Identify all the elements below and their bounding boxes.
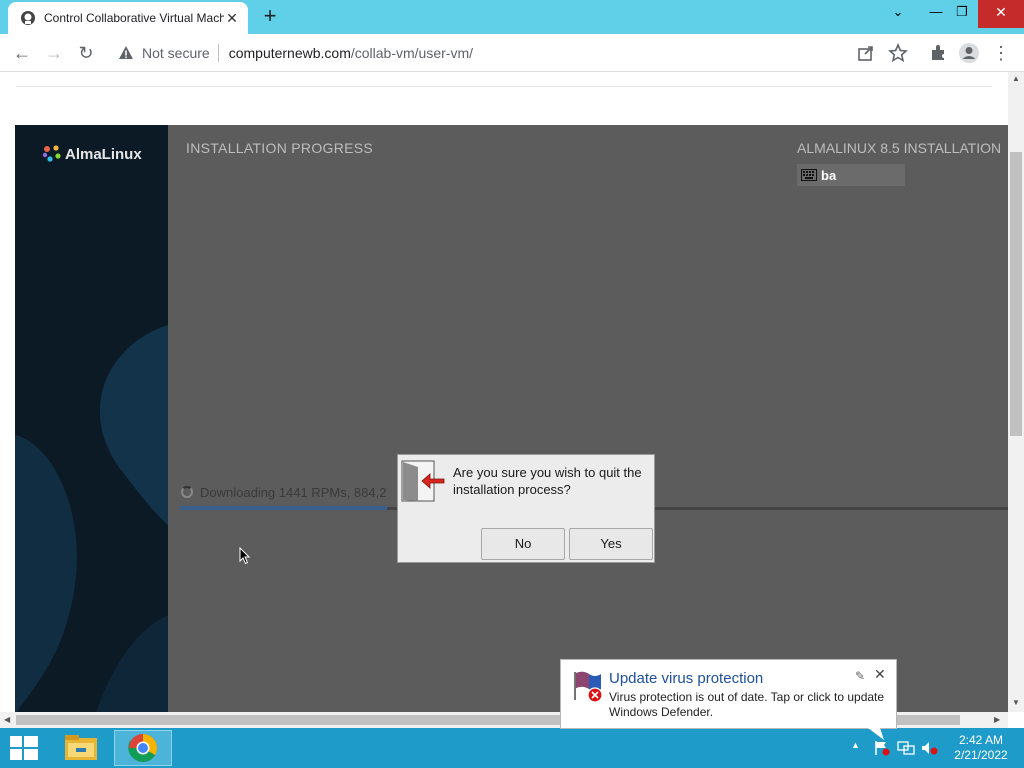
warning-icon xyxy=(119,46,133,59)
toast-body: Virus protection is out of date. Tap or … xyxy=(609,690,885,719)
progress-bar-fill xyxy=(180,506,387,510)
address-bar[interactable]: Not secure computernewb.com/collab-vm/us… xyxy=(108,39,916,67)
toast-title: Update virus protection xyxy=(609,670,764,687)
bookmark-star-icon[interactable] xyxy=(888,43,908,63)
url-host: computernewb.com xyxy=(228,45,351,61)
yes-button[interactable]: Yes xyxy=(569,528,653,560)
browser-toolbar: ← → ↻ Not secure computernewb.com/collab… xyxy=(0,34,1024,72)
installation-progress-title: INSTALLATION PROGRESS xyxy=(186,140,374,156)
window-close-button[interactable]: ✕ xyxy=(978,0,1024,28)
share-icon[interactable] xyxy=(856,43,876,63)
windows-start-icon[interactable] xyxy=(10,736,38,760)
installer-title: ALMALINUX 8.5 INSTALLATION xyxy=(797,140,1002,156)
reload-button[interactable]: ↻ xyxy=(74,42,98,64)
profile-avatar-icon[interactable] xyxy=(958,42,980,64)
system-clock[interactable]: 2:42 AM 2/21/2022 xyxy=(946,733,1016,763)
browser-tab[interactable]: Control Collaborative Virtual Machines ✕ xyxy=(8,2,248,34)
almalinux-logo: AlmaLinux xyxy=(41,143,142,165)
new-tab-button[interactable]: + xyxy=(258,5,282,29)
tab-search-icon[interactable]: ⌄ xyxy=(882,0,914,28)
url-path: /collab-vm/user-vm/ xyxy=(350,45,474,61)
chrome-menu-icon[interactable]: ⋮ xyxy=(990,42,1012,64)
back-button[interactable]: ← xyxy=(10,42,34,64)
quit-confirmation-dialog: Are you sure you wish to quit the instal… xyxy=(397,454,655,563)
show-hidden-icons-arrow-icon[interactable]: ▲ xyxy=(851,740,860,750)
almalinux-logo-icon xyxy=(42,145,61,162)
forward-button[interactable]: → xyxy=(42,42,66,64)
scroll-down-arrow-icon[interactable]: ▼ xyxy=(1012,698,1020,707)
keyboard-layout-indicator[interactable]: ba xyxy=(797,164,905,186)
action-center-flag-icon[interactable] xyxy=(873,740,891,756)
vm-screen[interactable]: AlmaLinux INSTALLATION PROGRESS ALMALINU… xyxy=(15,125,1008,712)
chrome-icon xyxy=(128,734,157,762)
mouse-cursor-icon xyxy=(239,547,251,565)
scroll-left-arrow-icon[interactable]: ◀ xyxy=(4,715,10,724)
tab-title: Control Collaborative Virtual Machines xyxy=(44,11,224,25)
progress-status-text: Downloading 1441 RPMs, 884,2 xyxy=(200,485,387,500)
toast-close-icon[interactable]: ✕ xyxy=(874,666,886,683)
web-page: AlmaLinux INSTALLATION PROGRESS ALMALINU… xyxy=(0,72,1008,712)
collabvm-favicon-icon xyxy=(21,11,35,25)
file-explorer-taskbar-button[interactable] xyxy=(52,730,110,766)
installer-sidebar: AlmaLinux xyxy=(15,125,168,712)
extensions-icon[interactable] xyxy=(928,43,948,63)
security-label[interactable]: Not secure xyxy=(142,45,210,61)
sidebar-decoration xyxy=(15,325,168,712)
clock-time: 2:42 AM xyxy=(958,733,1004,747)
keyboard-icon xyxy=(801,169,817,181)
toast-pin-icon[interactable]: ✎ xyxy=(855,669,865,683)
scroll-up-arrow-icon[interactable]: ▲ xyxy=(1012,74,1020,83)
exit-door-icon xyxy=(401,460,445,502)
restore-button[interactable]: ❐ xyxy=(946,0,978,28)
defender-notification-toast[interactable]: Update virus protection Virus protection… xyxy=(560,659,897,729)
defender-flag-icon xyxy=(574,671,603,703)
clock-date: 2/21/2022 xyxy=(954,748,1008,762)
omnibox-divider xyxy=(217,44,219,62)
file-explorer-icon xyxy=(65,735,97,760)
loading-spinner-icon xyxy=(181,486,193,498)
network-icon[interactable] xyxy=(897,740,915,756)
vertical-scrollbar[interactable]: ▲ ▼ xyxy=(1008,72,1024,712)
page-divider xyxy=(16,86,992,87)
no-button[interactable]: No xyxy=(481,528,565,560)
volume-muted-icon[interactable] xyxy=(921,740,939,756)
dialog-message: Are you sure you wish to quit the instal… xyxy=(453,465,642,497)
chrome-taskbar-button[interactable] xyxy=(114,730,172,766)
tab-strip: Control Collaborative Virtual Machines ✕… xyxy=(0,0,1024,34)
tab-close-icon[interactable]: ✕ xyxy=(224,10,240,27)
scroll-right-arrow-icon[interactable]: ▶ xyxy=(994,715,1000,724)
vertical-scroll-thumb[interactable] xyxy=(1010,152,1022,436)
toast-pointer xyxy=(868,728,884,740)
keyboard-layout-label: ba xyxy=(821,167,837,183)
almalinux-brand-text: AlmaLinux xyxy=(65,145,142,163)
